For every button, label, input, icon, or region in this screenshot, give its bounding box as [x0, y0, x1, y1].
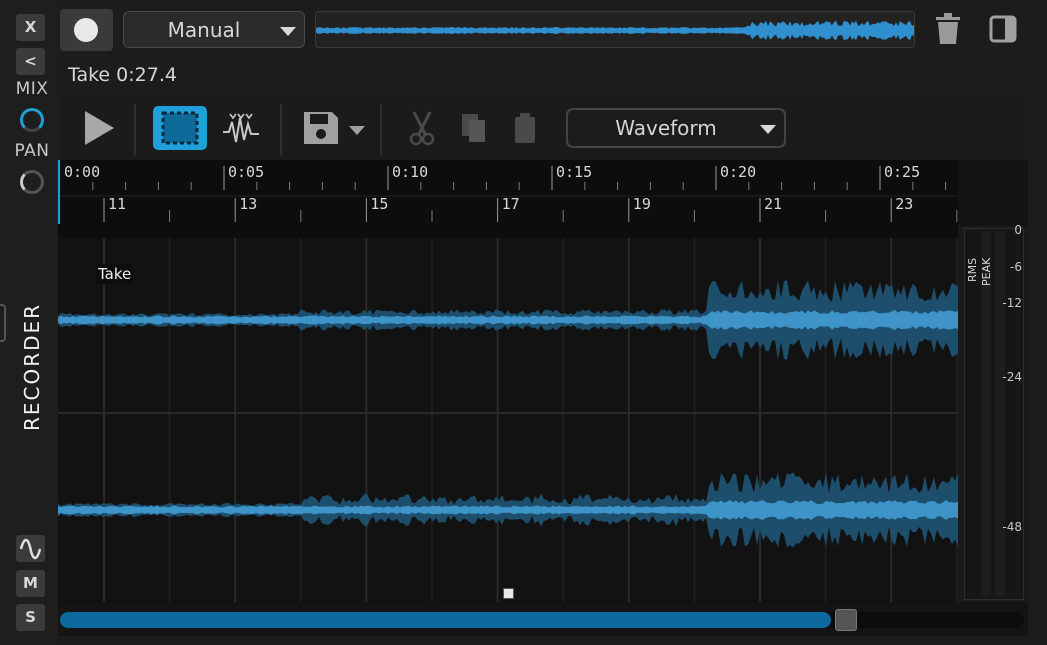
pan-label: PAN: [14, 141, 50, 161]
ruler-ticks: 0:00 0:05 0:10 0:15 0:20 0:25 11 13 15 17 19 21 23: [58, 163, 958, 222]
wave-header: [58, 226, 958, 238]
take-lane-label: Take: [96, 264, 134, 284]
record-icon: [74, 18, 98, 42]
time-tick-label: 0:00: [64, 163, 100, 181]
time-tick-label: 0:10: [392, 163, 428, 181]
record-mode-dropdown[interactable]: Manual: [123, 11, 305, 48]
detect-peaks-button[interactable]: [220, 108, 262, 148]
detach-window-button[interactable]: [988, 14, 1018, 44]
scroll-position-fill: [60, 612, 831, 628]
strip-title: RECORDER: [20, 302, 44, 432]
bar-tick-label: 11: [108, 195, 126, 213]
overview-wave-shape: [316, 20, 914, 41]
chevron-down-icon: [280, 27, 296, 36]
record-mode-value: Manual: [167, 18, 241, 42]
bar-tick-label: 15: [370, 195, 388, 213]
paste-icon: [515, 113, 535, 143]
toolbar-separator: [280, 104, 282, 156]
chevron-down-icon: [760, 125, 776, 134]
mute-button[interactable]: M: [16, 570, 45, 597]
close-button[interactable]: X: [16, 14, 45, 41]
save-icon: [304, 112, 365, 144]
time-tick-label: 0:25: [884, 163, 920, 181]
copy-button[interactable]: [460, 112, 488, 144]
meter-scale-label: -48: [1002, 520, 1022, 534]
sine-wave-icon: [19, 538, 42, 560]
time-tick-label: 0:05: [228, 163, 264, 181]
overview-waveform: [316, 20, 914, 41]
meter-scale-label: -6: [1010, 260, 1022, 274]
time-tick-label: 0:15: [556, 163, 592, 181]
window-icon: [989, 15, 1017, 43]
cut-button[interactable]: [408, 110, 436, 146]
meter-scale-label: -12: [1002, 296, 1022, 310]
time-tick-label: 0:20: [720, 163, 756, 181]
paste-button[interactable]: [512, 112, 538, 144]
waveform-overview[interactable]: [315, 11, 915, 48]
bar-tick-label: 17: [502, 195, 520, 213]
bar-tick-label: 19: [633, 195, 651, 213]
collapse-button[interactable]: <: [16, 48, 45, 75]
mix-label: MIX: [15, 79, 49, 99]
pan-knob[interactable]: [20, 170, 44, 194]
peak-detect-icon: [223, 113, 259, 143]
select-region-icon: [161, 111, 199, 145]
cut-icon: [409, 111, 435, 146]
meter-scale-label: -24: [1002, 370, 1022, 384]
waveform-toggle-button[interactable]: [16, 535, 45, 562]
select-range-button[interactable]: [153, 106, 207, 150]
rms-label: RMS: [966, 257, 979, 282]
view-mode-value: Waveform: [615, 116, 717, 140]
waveform-display[interactable]: Take: [58, 226, 958, 602]
copy-icon: [462, 114, 485, 142]
play-icon: [85, 111, 114, 145]
meter-scale-label: 0: [1014, 223, 1022, 237]
scroll-thumb[interactable]: [835, 609, 857, 631]
waveform-channels: [58, 226, 958, 602]
mix-knob[interactable]: [20, 108, 44, 132]
view-mode-dropdown[interactable]: Waveform: [566, 108, 786, 148]
bar-tick-label: 13: [239, 195, 257, 213]
strip-resize-handle[interactable]: [0, 304, 6, 342]
toolbar-separator: [134, 104, 136, 156]
playhead-cursor[interactable]: [58, 160, 60, 224]
record-button[interactable]: [60, 9, 113, 51]
bar-tick-label: 21: [764, 195, 782, 213]
bar-tick-label: 23: [895, 195, 913, 213]
playhead-handle[interactable]: [503, 588, 514, 599]
toolbar-separator: [380, 104, 382, 156]
meter-channel-right: [995, 231, 1005, 597]
solo-button[interactable]: S: [16, 604, 45, 631]
meter-frame: [964, 228, 1024, 600]
save-button[interactable]: [302, 110, 370, 146]
take-info: Take 0:27.4: [68, 64, 177, 86]
trash-icon: [936, 13, 960, 44]
timeline-ruler[interactable]: 0:00 0:05 0:10 0:15 0:20 0:25 11 13 15 17 19 21 23: [58, 160, 958, 226]
delete-button[interactable]: [934, 12, 962, 46]
play-button[interactable]: [80, 108, 118, 148]
